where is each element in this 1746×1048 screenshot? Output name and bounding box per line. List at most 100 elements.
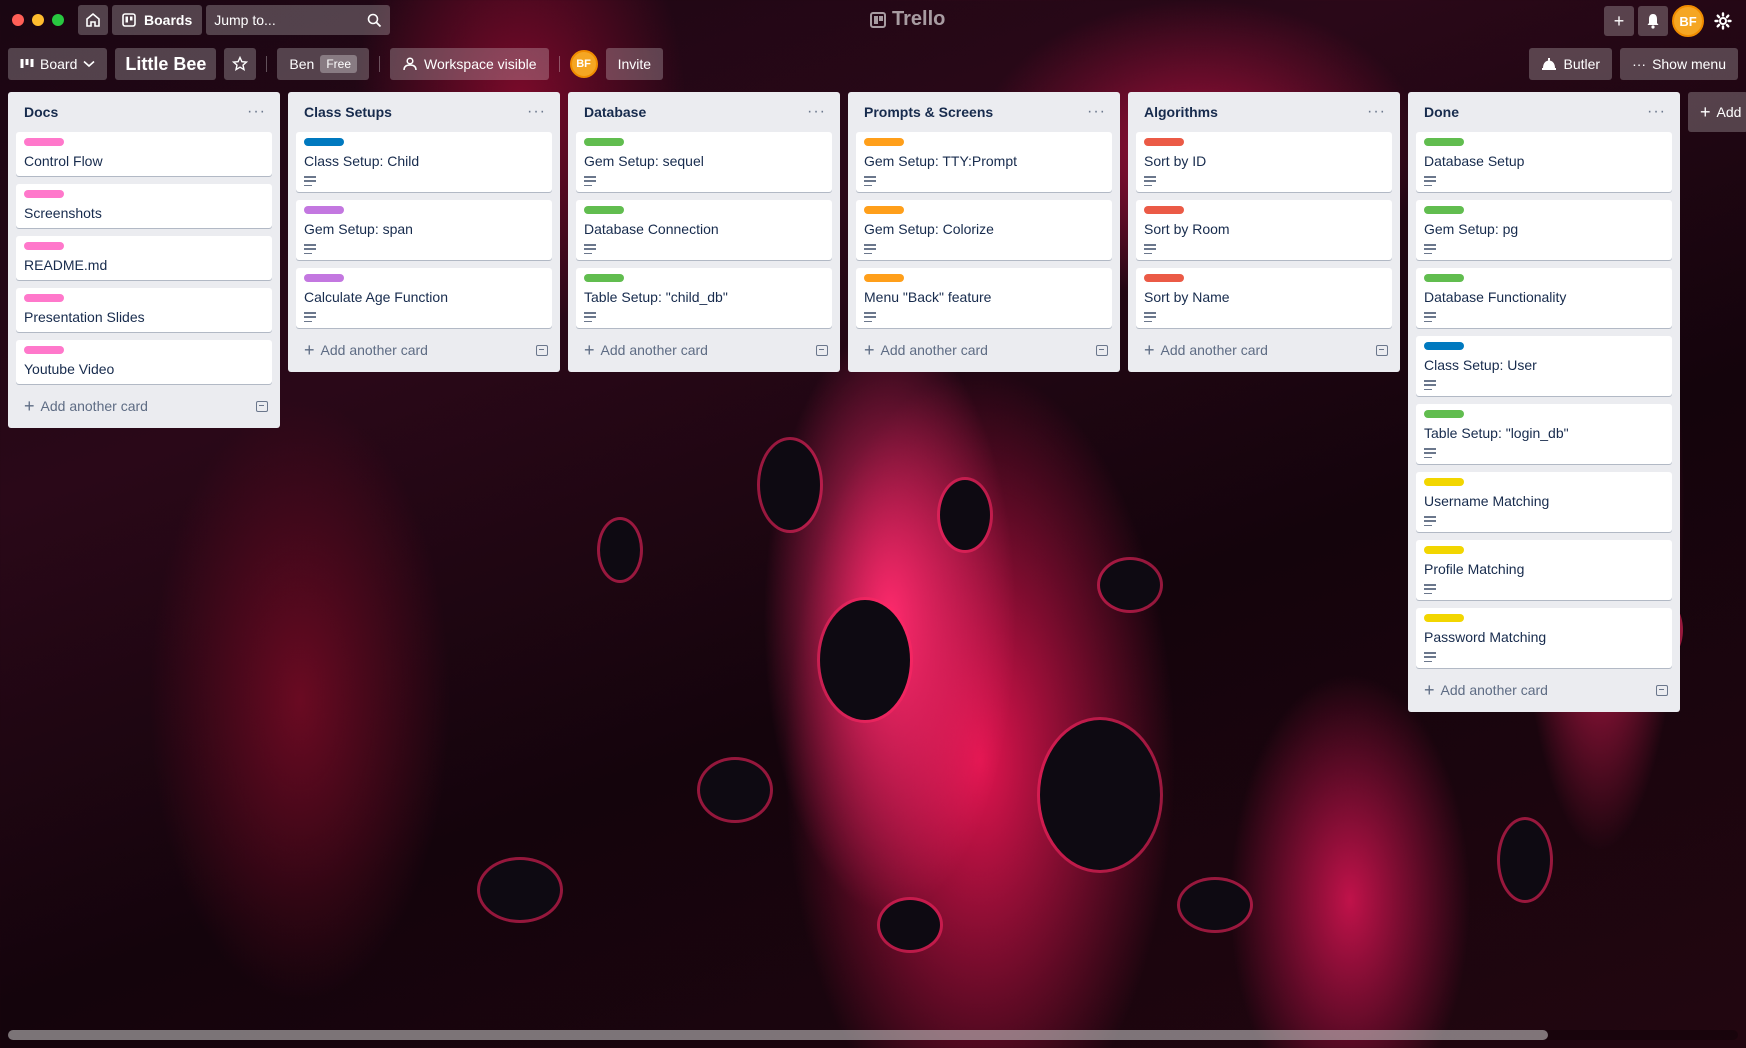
list-menu-icon[interactable]: ··· — [1087, 103, 1106, 121]
settings-button[interactable] — [1708, 6, 1738, 36]
invite-button[interactable]: Invite — [605, 48, 664, 80]
user-avatar[interactable]: BF — [1672, 5, 1704, 37]
list-menu-icon[interactable]: ··· — [1647, 103, 1666, 121]
list-menu-icon[interactable]: ··· — [807, 103, 826, 121]
create-button[interactable]: + — [1604, 6, 1634, 36]
card-label[interactable] — [584, 274, 624, 282]
list[interactable]: Class Setups ··· Class Setup: Child Gem Set… — [288, 92, 560, 372]
jump-to-search[interactable]: Jump to... — [206, 5, 391, 35]
card[interactable]: Presentation Slides — [16, 288, 272, 332]
board-view-switcher[interactable]: Board — [8, 48, 108, 80]
card[interactable]: Gem Setup: sequel — [576, 132, 832, 192]
card-label[interactable] — [24, 294, 64, 302]
card-label[interactable] — [1424, 206, 1464, 214]
card-label[interactable] — [24, 190, 64, 198]
card[interactable]: Class Setup: User — [1416, 336, 1672, 396]
list-title[interactable]: Docs — [24, 104, 58, 120]
list-title[interactable]: Algorithms — [1144, 104, 1218, 120]
list[interactable]: Prompts & Screens ··· Gem Setup: TTY:Promp… — [848, 92, 1120, 372]
member-avatar[interactable]: BF — [569, 50, 598, 78]
list-menu-icon[interactable]: ··· — [247, 103, 266, 121]
card-label[interactable] — [864, 138, 904, 146]
add-card-button[interactable]: + Add another card — [1416, 676, 1672, 704]
card[interactable]: Gem Setup: TTY:Prompt — [856, 132, 1112, 192]
card-label[interactable] — [304, 138, 344, 146]
add-card-button[interactable]: + Add another card — [16, 392, 272, 420]
card-template-icon[interactable] — [816, 344, 828, 356]
card[interactable]: Screenshots — [16, 184, 272, 228]
show-menu-button[interactable]: ··· Show menu — [1620, 48, 1738, 80]
notifications-button[interactable] — [1638, 6, 1668, 36]
card-template-icon[interactable] — [256, 400, 268, 412]
card-template-icon[interactable] — [1656, 684, 1668, 696]
card-template-icon[interactable] — [1376, 344, 1388, 356]
card[interactable]: Sort by ID — [1136, 132, 1392, 192]
card[interactable]: Database Connection — [576, 200, 832, 260]
card-label[interactable] — [584, 206, 624, 214]
card[interactable]: Database Setup — [1416, 132, 1672, 192]
card-label[interactable] — [24, 242, 64, 250]
card-label[interactable] — [1144, 206, 1184, 214]
minimize-window-button[interactable] — [32, 14, 44, 26]
workspace-button[interactable]: Ben Free — [277, 48, 369, 80]
card-label[interactable] — [1424, 546, 1464, 554]
card[interactable]: Calculate Age Function — [296, 268, 552, 328]
butler-button[interactable]: Butler — [1529, 48, 1613, 80]
list-title[interactable]: Database — [584, 104, 646, 120]
card-label[interactable] — [1424, 478, 1464, 486]
card[interactable]: Youtube Video — [16, 340, 272, 384]
list-title[interactable]: Class Setups — [304, 104, 392, 120]
card-label[interactable] — [1424, 342, 1464, 350]
scrollbar-thumb[interactable] — [8, 1030, 1548, 1040]
add-card-button[interactable]: + Add another card — [856, 336, 1112, 364]
card-label[interactable] — [24, 138, 64, 146]
boards-button[interactable]: Boards — [112, 5, 203, 35]
card[interactable]: Profile Matching — [1416, 540, 1672, 600]
card[interactable]: Gem Setup: span — [296, 200, 552, 260]
board-title[interactable]: Little Bee — [115, 48, 217, 80]
list[interactable]: Done ··· Database Setup Gem Setup: pg Databa… — [1408, 92, 1680, 712]
card[interactable]: Database Functionality — [1416, 268, 1672, 328]
add-card-button[interactable]: + Add another card — [1136, 336, 1392, 364]
add-card-button[interactable]: + Add another card — [296, 336, 552, 364]
list[interactable]: Docs ··· Control Flow Screenshots README.md P… — [8, 92, 280, 428]
card-label[interactable] — [864, 274, 904, 282]
home-button[interactable] — [78, 5, 108, 35]
card-label[interactable] — [1424, 138, 1464, 146]
card[interactable]: Username Matching — [1416, 472, 1672, 532]
card-label[interactable] — [1144, 138, 1184, 146]
card[interactable]: Menu "Back" feature — [856, 268, 1112, 328]
trello-logo[interactable]: Trello — [870, 8, 945, 31]
card-template-icon[interactable] — [536, 344, 548, 356]
card[interactable]: Table Setup: "login_db" — [1416, 404, 1672, 464]
add-card-button[interactable]: + Add another card — [576, 336, 832, 364]
list-title[interactable]: Done — [1424, 104, 1459, 120]
card-label[interactable] — [1144, 274, 1184, 282]
card[interactable]: Gem Setup: pg — [1416, 200, 1672, 260]
card-label[interactable] — [584, 138, 624, 146]
list-title[interactable]: Prompts & Screens — [864, 104, 993, 120]
card-label[interactable] — [1424, 614, 1464, 622]
card-label[interactable] — [1424, 410, 1464, 418]
horizontal-scrollbar[interactable] — [8, 1030, 1738, 1040]
card[interactable]: Gem Setup: Colorize — [856, 200, 1112, 260]
list[interactable]: Database ··· Gem Setup: sequel Database Con… — [568, 92, 840, 372]
list-menu-icon[interactable]: ··· — [527, 103, 546, 121]
list-menu-icon[interactable]: ··· — [1367, 103, 1386, 121]
visibility-button[interactable]: Workspace visible — [390, 48, 549, 80]
card-template-icon[interactable] — [1096, 344, 1108, 356]
star-board-button[interactable] — [224, 48, 257, 80]
add-list-button[interactable]: + Add — [1688, 92, 1746, 132]
maximize-window-button[interactable] — [52, 14, 64, 26]
card-label[interactable] — [864, 206, 904, 214]
card-label[interactable] — [304, 274, 344, 282]
card[interactable]: Class Setup: Child — [296, 132, 552, 192]
card-label[interactable] — [1424, 274, 1464, 282]
close-window-button[interactable] — [12, 14, 24, 26]
card[interactable]: Sort by Room — [1136, 200, 1392, 260]
card[interactable]: Sort by Name — [1136, 268, 1392, 328]
card[interactable]: Control Flow — [16, 132, 272, 176]
card[interactable]: README.md — [16, 236, 272, 280]
card-label[interactable] — [304, 206, 344, 214]
card[interactable]: Table Setup: "child_db" — [576, 268, 832, 328]
